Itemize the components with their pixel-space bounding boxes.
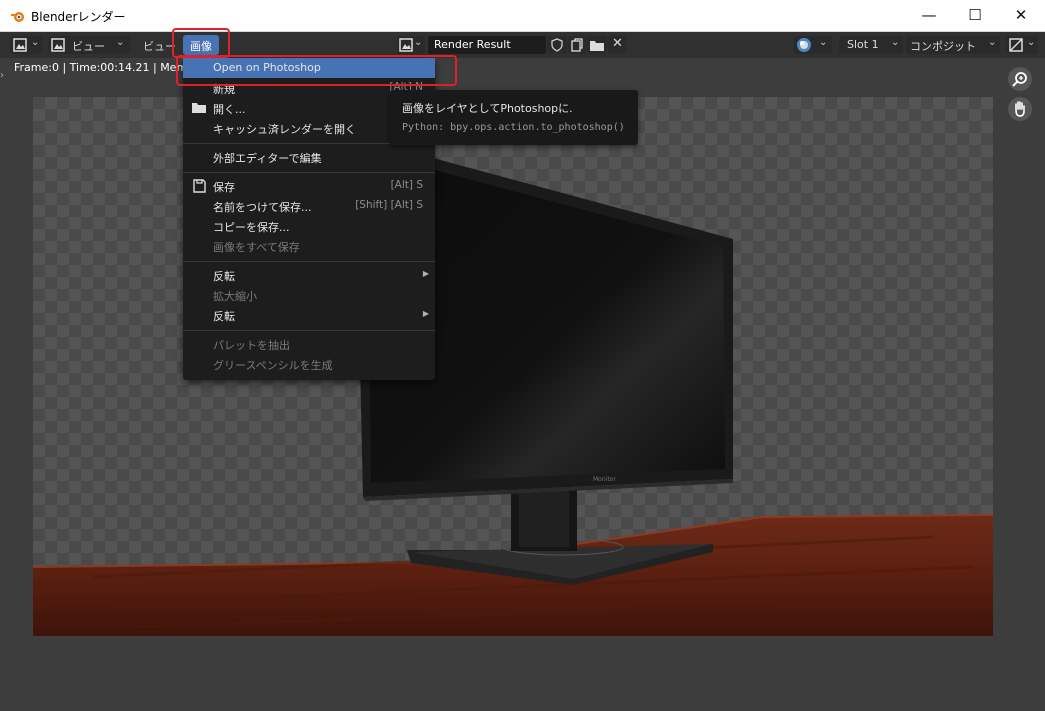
view-mode-dropdown[interactable]: ビュー ⌄ xyxy=(48,36,130,54)
menu-separator xyxy=(183,330,435,331)
menu-item-label: 反転 xyxy=(213,270,235,283)
chevron-down-icon: ⌄ xyxy=(116,37,125,48)
render-pass-icon xyxy=(1009,38,1023,52)
hand-icon xyxy=(1015,101,1025,117)
display-channels-dropdown[interactable]: ⌄ xyxy=(794,36,832,54)
menu-item-label: キャッシュ済レンダーを開く xyxy=(213,123,356,136)
submenu-arrow-icon: ▶ xyxy=(422,269,429,278)
folder-icon xyxy=(192,103,206,113)
menu-item-flip[interactable]: 反転 ▶ xyxy=(183,265,435,285)
menu-item-label: 反転 xyxy=(213,310,235,323)
menu-item-save[interactable]: 保存 [Alt] S xyxy=(183,176,435,196)
chevron-down-icon: ⌄ xyxy=(1027,37,1036,48)
image-name-field[interactable]: Render Result xyxy=(428,36,546,54)
image-editor-header: ⌄ ビュー ⌄ ビュー 画像 ⌄ Render Result ✕ ⌄ Slot … xyxy=(0,32,1045,58)
close-button[interactable]: ✕ xyxy=(998,0,1044,31)
layer-dropdown[interactable]: コンポジット ⌄ xyxy=(906,36,1000,54)
menu-item-invert[interactable]: 反転 ▶ xyxy=(183,305,435,325)
menu-item-label: 拡大縮小 xyxy=(213,290,257,303)
maximize-icon: ☐ xyxy=(968,6,982,24)
folder-icon xyxy=(590,41,604,51)
shield-icon xyxy=(551,38,563,52)
new-image-button[interactable] xyxy=(568,36,586,54)
chevron-down-icon: ⌄ xyxy=(819,37,828,48)
render-pass-button[interactable]: ⌄ xyxy=(1006,36,1038,54)
maximize-button[interactable]: ☐ xyxy=(952,0,998,31)
blender-logo-icon xyxy=(11,12,24,22)
save-icon xyxy=(193,179,206,193)
chevron-down-icon: ⌄ xyxy=(31,37,40,48)
render-status: Frame:0 | Time:00:14.21 | Mem:1 xyxy=(14,61,198,74)
submenu-arrow-icon: ▶ xyxy=(422,309,429,318)
image-name-value: Render Result xyxy=(434,38,511,51)
menu-item-save-as[interactable]: 名前をつけて保存... [Shift] [Alt] S xyxy=(183,196,435,216)
chevron-down-icon: ⌄ xyxy=(414,37,423,48)
browse-image-button[interactable]: ⌄ xyxy=(397,36,425,54)
menu-item-save-copy[interactable]: コピーを保存... xyxy=(183,216,435,236)
minimize-icon: — xyxy=(921,6,937,24)
operator-tooltip: 画像をレイヤとしてPhotoshopに. Python: bpy.ops.act… xyxy=(390,90,638,145)
chevron-down-icon: ⌄ xyxy=(988,37,997,48)
zoom-button[interactable] xyxy=(1008,67,1032,91)
menu-item-save-all-images: 画像をすべて保存 xyxy=(183,236,435,256)
editor-type-button[interactable]: ⌄ xyxy=(10,36,42,54)
menu-item-label: 保存 xyxy=(213,181,235,194)
menu-separator xyxy=(183,172,435,173)
monitor-brand-label: Monitor xyxy=(593,476,616,483)
color-alpha-icon xyxy=(797,38,811,52)
tooltip-description: 画像をレイヤとしてPhotoshopに. xyxy=(402,102,573,115)
annotation-highlight-open-on-photoshop xyxy=(176,55,457,86)
menu-item-label: 画像をすべて保存 xyxy=(213,241,300,254)
menu-item-label: パレットを抽出 xyxy=(213,339,290,352)
image-browse-icon xyxy=(399,38,413,52)
duplicate-icon xyxy=(571,38,583,52)
chevron-down-icon: ⌄ xyxy=(891,37,900,48)
zoom-icon xyxy=(1012,72,1027,87)
render-result-image: Monitor xyxy=(33,137,993,636)
fake-user-button[interactable] xyxy=(547,36,567,54)
minimize-button[interactable]: — xyxy=(906,0,952,31)
open-image-button[interactable] xyxy=(587,36,607,54)
menu-item-extract-palette: パレットを抽出 xyxy=(183,334,435,354)
menu-item-generate-grease-pencil: グリースペンシルを生成 xyxy=(183,354,435,374)
image-editor-icon xyxy=(13,38,27,52)
menu-item-label: 開く... xyxy=(213,103,246,116)
menu-item-label: コピーを保存... xyxy=(213,221,290,234)
window-titlebar: Blenderレンダー — ☐ ✕ xyxy=(0,0,1045,32)
pan-button[interactable] xyxy=(1008,97,1032,121)
menu-item-label: 名前をつけて保存... xyxy=(213,201,312,214)
layer-label: コンポジット xyxy=(910,40,976,53)
menu-item-shortcut: [Alt] S xyxy=(390,179,423,191)
slot-label: Slot 1 xyxy=(847,38,879,51)
sidebar-toggle-icon[interactable]: › xyxy=(0,70,4,81)
tooltip-python: Python: bpy.ops.action.to_photoshop() xyxy=(402,122,625,133)
image-mode-icon xyxy=(51,38,65,52)
menu-item-shortcut: [Shift] [Alt] S xyxy=(355,199,423,211)
annotation-highlight-image-menu xyxy=(172,28,230,58)
window-title: Blenderレンダー xyxy=(31,10,126,24)
menu-item-resize: 拡大縮小 xyxy=(183,285,435,305)
view-mode-label: ビュー xyxy=(72,40,105,53)
slot-dropdown[interactable]: Slot 1 ⌄ xyxy=(839,36,903,54)
menu-item-label: グリースペンシルを生成 xyxy=(213,359,333,372)
close-icon: ✕ xyxy=(612,36,623,51)
menu-separator xyxy=(183,261,435,262)
menu-item-label: 外部エディターで編集 xyxy=(213,152,322,165)
menu-item-edit-externally[interactable]: 外部エディターで編集 xyxy=(183,147,435,167)
unlink-image-button[interactable]: ✕ xyxy=(608,36,626,54)
close-icon: ✕ xyxy=(1014,6,1028,24)
